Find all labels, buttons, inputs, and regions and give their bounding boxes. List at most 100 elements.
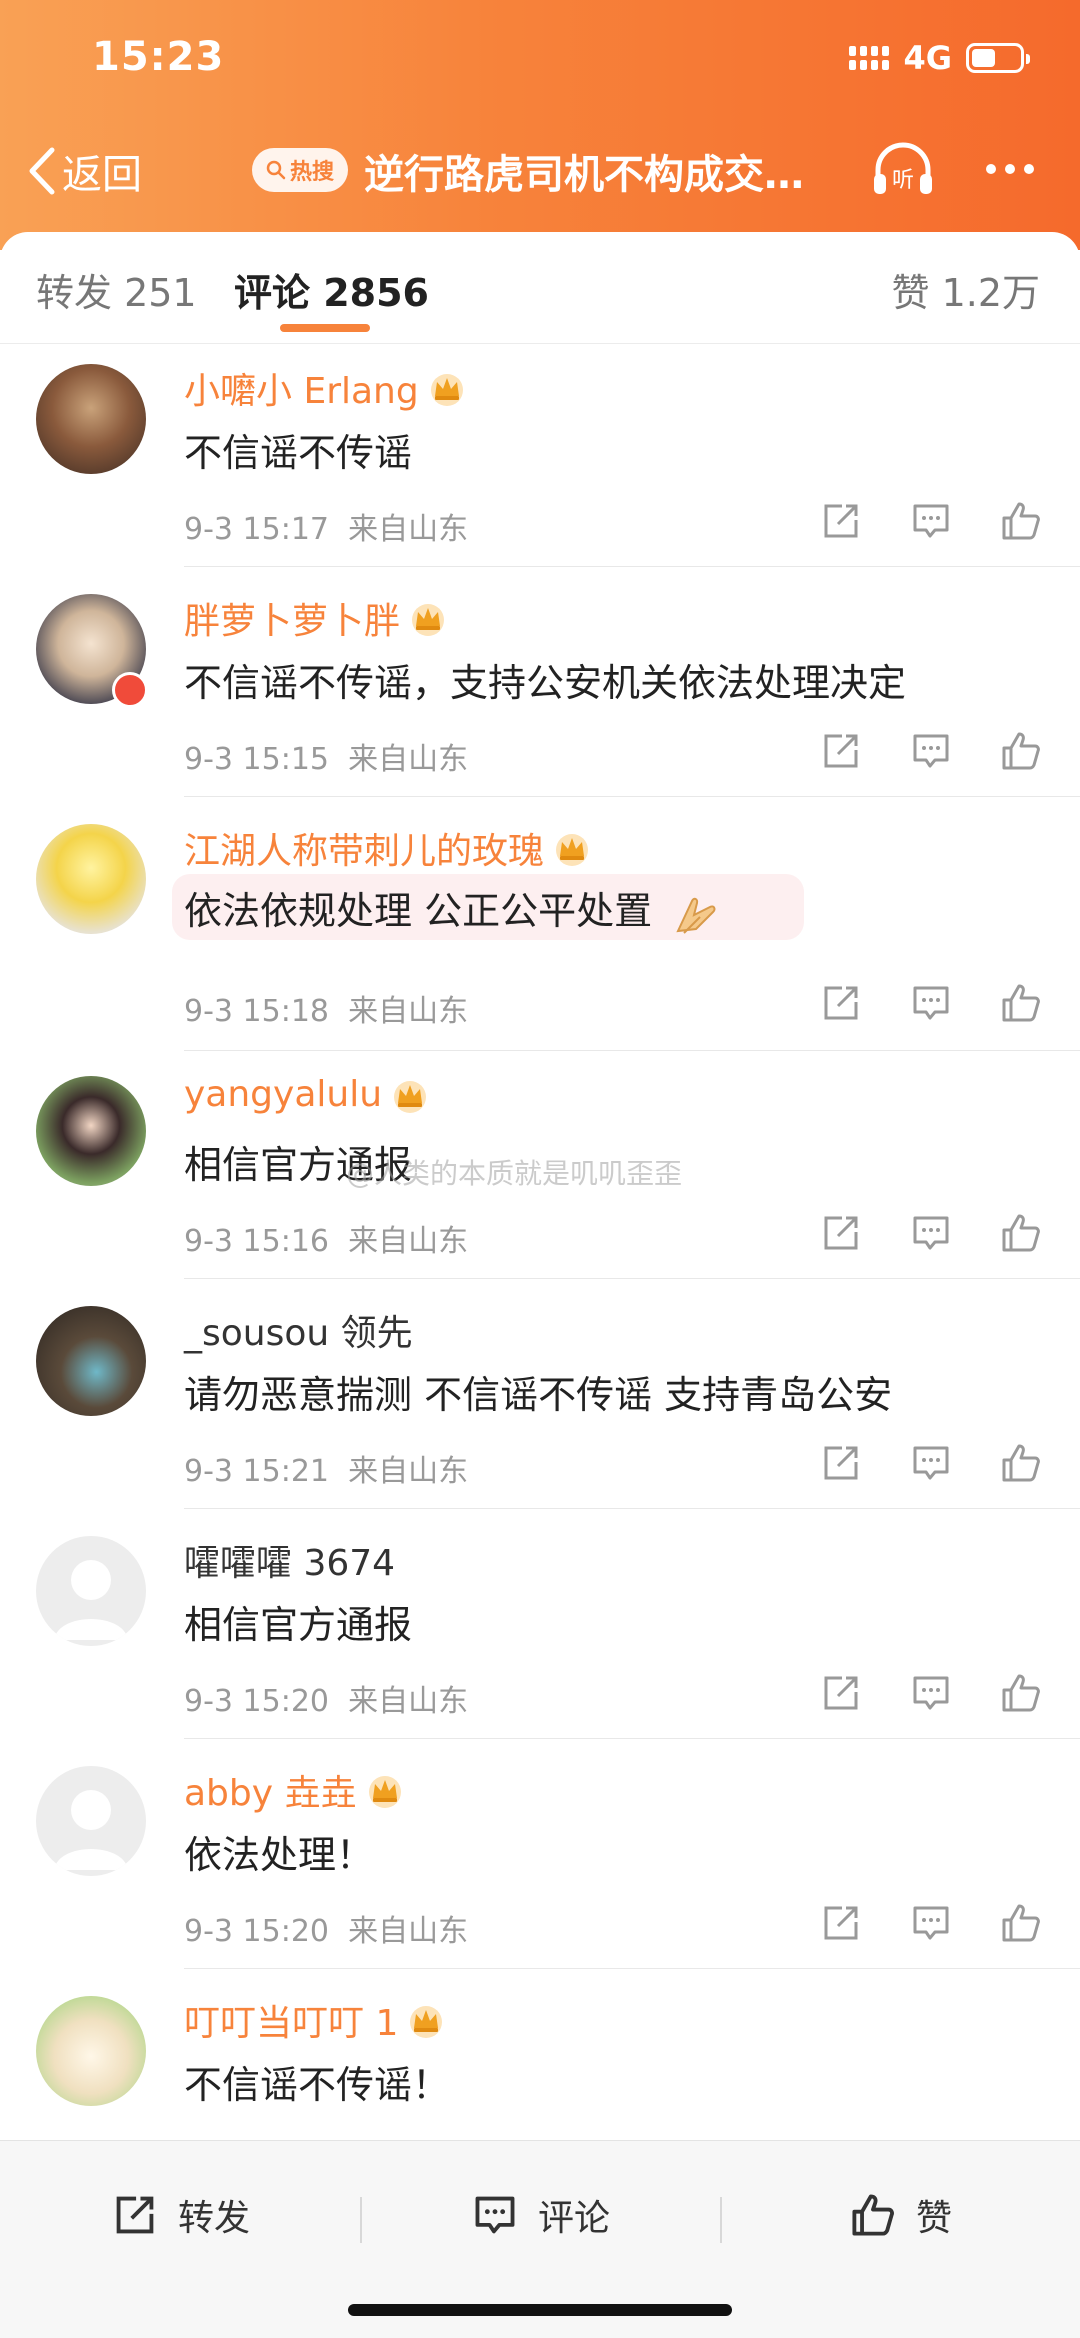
vip-crown-icon (410, 2006, 443, 2038)
like-icon[interactable] (1000, 1212, 1042, 1254)
comment-icon[interactable] (910, 500, 952, 542)
comment-icon[interactable] (910, 1212, 952, 1254)
comment-icon[interactable] (910, 1442, 952, 1484)
comment-author[interactable]: 嚯嚯嚯 3674 (184, 1534, 395, 1586)
comment-meta: 9-3 15:21 来自山东 (184, 1446, 468, 1490)
avatar[interactable] (36, 1536, 146, 1646)
comment-source: 来自山东 (348, 1224, 469, 1259)
like-icon[interactable] (1000, 730, 1042, 772)
avatar[interactable] (36, 1076, 146, 1186)
author-name: 胖萝卜萝卜胖 (184, 601, 401, 642)
comment-divider (184, 566, 1080, 567)
vip-crown-icon (412, 604, 445, 636)
hot-search-label: 热搜 (289, 160, 334, 185)
comment-time: 9-3 15:15 (184, 742, 329, 777)
comment-text: 依法处理！ (184, 1833, 375, 1877)
comment-actions (820, 500, 1042, 542)
comment-divider (184, 1968, 1080, 1969)
vip-crown-icon (368, 1776, 401, 1808)
chevron-left-icon (29, 147, 55, 195)
share-icon[interactable] (820, 1212, 862, 1254)
avatar[interactable] (36, 824, 146, 934)
comment-meta: 9-3 15:18 来自山东 (184, 986, 468, 1030)
comment-actions (820, 982, 1042, 1024)
comment-text: 不信谣不传谣，支持公安机关依法处理决定 (184, 661, 907, 705)
comment-meta: 9-3 15:17 来自山东 (184, 504, 468, 548)
author-name: 江湖人称带刺儿的玫瑰 (184, 831, 545, 872)
comment-icon[interactable] (910, 1672, 952, 1714)
tab-like[interactable]: 赞 1.2万 (891, 262, 1040, 317)
author-name: 小嚰小 Erlang (184, 371, 419, 412)
tab-comment[interactable]: 评论 2856 (234, 262, 429, 317)
author-name: _sousou 领先 (184, 1313, 413, 1354)
comment-author[interactable]: _sousou 领先 (184, 1304, 413, 1356)
comment-meta: 9-3 15:15 来自山东 (184, 734, 468, 778)
avatar[interactable] (36, 1996, 146, 2106)
comment-source: 来自山东 (348, 1684, 469, 1719)
forward-label: 转发 (178, 2198, 251, 2239)
like-icon (852, 2194, 894, 2236)
header: 15:23 4G 返回 热搜 逆行路虎司机不构成交… 听 (0, 0, 1080, 250)
comment-source: 来自山东 (348, 512, 469, 547)
author-name: yangyalulu (184, 1074, 383, 1115)
comment-icon[interactable] (910, 982, 952, 1024)
like-icon[interactable] (1000, 1902, 1042, 1944)
separator (360, 2197, 362, 2243)
comment-icon (475, 2196, 515, 2234)
status-indicators: 4G (849, 39, 1030, 77)
vip-crown-icon (394, 1080, 427, 1113)
comment-text: 不信谣不传谣 (184, 431, 413, 475)
comment-author[interactable]: 叮叮当叮叮 1 (184, 1994, 446, 2046)
folded-hands-icon (676, 897, 716, 934)
default-avatar-icon (54, 1790, 128, 1870)
comment-meta: 9-3 15:20 来自山东 (184, 1906, 468, 1950)
back-label: 返回 (62, 152, 142, 198)
comment-source: 来自山东 (348, 994, 469, 1029)
comment-divider (184, 1738, 1080, 1739)
comment-actions (820, 1902, 1042, 1944)
more-options-icon[interactable] (986, 164, 1034, 174)
avatar[interactable] (36, 364, 146, 474)
comment-author[interactable]: 小嚰小 Erlang (184, 362, 467, 414)
forward-button[interactable]: 转发 (112, 2189, 250, 2241)
home-indicator[interactable] (348, 2304, 732, 2316)
avatar[interactable] (36, 1306, 146, 1416)
search-icon (266, 160, 286, 180)
like-icon[interactable] (1000, 1672, 1042, 1714)
svg-text:听: 听 (892, 168, 914, 193)
network-type: 4G (903, 39, 952, 77)
share-icon[interactable] (820, 500, 862, 542)
share-icon[interactable] (820, 1672, 862, 1714)
comment-author[interactable]: abby 垚垚 (184, 1764, 405, 1816)
vip-crown-icon (556, 834, 589, 866)
share-icon[interactable] (820, 730, 862, 772)
like-icon[interactable] (1000, 1442, 1042, 1484)
comment-label: 评论 (538, 2198, 611, 2239)
comment-divider (184, 1278, 1080, 1279)
share-icon[interactable] (820, 1902, 862, 1944)
like-button[interactable]: 赞 (850, 2189, 952, 2241)
comment-author[interactable]: 胖萝卜萝卜胖 (184, 592, 448, 644)
avatar[interactable] (36, 1766, 146, 1876)
like-icon[interactable] (1000, 982, 1042, 1024)
tab-forward[interactable]: 转发 251 (36, 262, 197, 317)
headphones-icon[interactable]: 听 (870, 138, 936, 200)
verified-badge (112, 672, 148, 708)
comment-divider (184, 1050, 1080, 1051)
share-icon[interactable] (820, 1442, 862, 1484)
hot-search-badge[interactable]: 热搜 (252, 148, 348, 192)
comment-author[interactable]: 江湖人称带刺儿的玫瑰 (184, 822, 592, 874)
back-button[interactable]: 返回 (28, 142, 142, 200)
like-label: 赞 (916, 2198, 953, 2239)
comment-divider (184, 1508, 1080, 1509)
comment-icon[interactable] (910, 730, 952, 772)
comment-source: 来自山东 (348, 1454, 469, 1489)
comment-author[interactable]: yangyalulu (184, 1074, 430, 1115)
comment-button[interactable]: 评论 (472, 2189, 610, 2241)
comment-time: 9-3 15:16 (184, 1224, 329, 1259)
share-icon[interactable] (820, 982, 862, 1024)
like-icon[interactable] (1000, 500, 1042, 542)
author-name: 嚯嚯嚯 3674 (184, 1543, 396, 1584)
comment-text: 依法依规处理 公正公平处置 (184, 889, 653, 933)
comment-icon[interactable] (910, 1902, 952, 1944)
